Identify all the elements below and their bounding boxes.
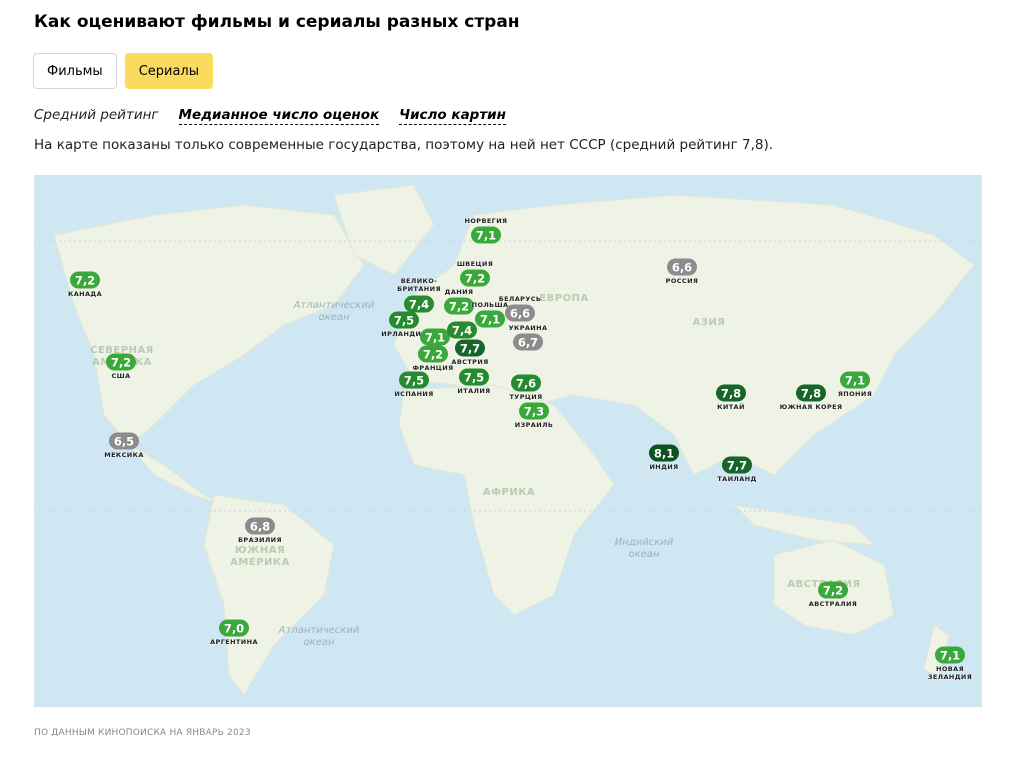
country-name-australia: АВСТРАЛИЯ bbox=[808, 600, 858, 608]
page-title: Как оценивают фильмы и сериалы разных ст… bbox=[34, 12, 520, 32]
rating-marker-australia[interactable]: 7,2 bbox=[818, 581, 848, 599]
rating-marker-germany[interactable]: 7,4 bbox=[447, 321, 477, 339]
country-name-usa: США bbox=[111, 372, 131, 380]
tab-series[interactable]: Сериалы bbox=[124, 53, 214, 89]
rating-marker-spain[interactable]: 7,5 bbox=[399, 371, 429, 389]
content-type-tabs: Фильмы Сериалы bbox=[33, 53, 214, 89]
country-name-italy: ИТАЛИЯ bbox=[457, 387, 491, 395]
rating-marker-china[interactable]: 7,8 bbox=[716, 384, 746, 402]
rating-marker-turkey[interactable]: 7,6 bbox=[511, 374, 541, 392]
rating-marker-ireland[interactable]: 7,5 bbox=[389, 311, 419, 329]
tab-films[interactable]: Фильмы bbox=[33, 53, 117, 89]
rating-marker-sweden[interactable]: 7,2 bbox=[460, 269, 490, 287]
land-africa bbox=[398, 384, 615, 616]
rating-marker-thailand[interactable]: 7,7 bbox=[722, 456, 752, 474]
country-name-nz: НОВАЯ ЗЕЛАНДИЯ bbox=[927, 665, 973, 681]
label-atlantic-south: Атлантический океан bbox=[278, 625, 360, 648]
country-name-turkey: ТУРЦИЯ bbox=[509, 393, 543, 401]
country-name-canada: КАНАДА bbox=[67, 290, 103, 298]
rating-marker-italy[interactable]: 7,5 bbox=[459, 368, 489, 386]
country-name-spain: ИСПАНИЯ bbox=[394, 390, 434, 398]
label-europe: ЕВРОПА bbox=[539, 293, 589, 304]
rating-marker-denmark[interactable]: 7,2 bbox=[444, 297, 474, 315]
rating-marker-israel[interactable]: 7,3 bbox=[519, 402, 549, 420]
rating-marker-brazil[interactable]: 6,8 bbox=[245, 517, 275, 535]
country-name-thailand: ТАИЛАНД bbox=[717, 475, 757, 483]
country-name-argentina: АРГЕНТИНА bbox=[210, 638, 258, 646]
rating-marker-austria[interactable]: 7,7 bbox=[455, 339, 485, 357]
data-source: ПО ДАННЫМ КИНОПОИСКА НА ЯНВАРЬ 2023 bbox=[34, 728, 251, 738]
rating-marker-japan[interactable]: 7,1 bbox=[840, 371, 870, 389]
country-name-skorea: ЮЖНАЯ КОРЕЯ bbox=[779, 403, 843, 411]
rating-marker-belgium[interactable]: 7,1 bbox=[420, 328, 450, 346]
metric-median-votes[interactable]: Медианное число оценок bbox=[178, 107, 380, 125]
rating-marker-usa[interactable]: 7,2 bbox=[106, 353, 136, 371]
rating-marker-poland[interactable]: 7,1 bbox=[475, 310, 505, 328]
label-africa: АФРИКА bbox=[482, 487, 536, 498]
label-asia: АЗИЯ bbox=[692, 317, 726, 328]
country-name-japan: ЯПОНИЯ bbox=[837, 390, 873, 398]
country-name-denmark: ДАНИЯ bbox=[444, 288, 474, 296]
rating-marker-france[interactable]: 7,2 bbox=[418, 345, 448, 363]
map-background bbox=[34, 184, 982, 696]
country-name-brazil: БРАЗИЛИЯ bbox=[238, 536, 282, 544]
rating-marker-nz[interactable]: 7,1 bbox=[935, 646, 965, 664]
map-note: На карте показаны только современные гос… bbox=[34, 137, 774, 153]
country-name-china: КИТАЙ bbox=[717, 403, 745, 411]
country-name-ukraine: УКРАИНА bbox=[508, 324, 548, 332]
country-name-india: ИНДИЯ bbox=[649, 463, 679, 471]
country-name-uk: ВЕЛИКО- БРИТАНИЯ bbox=[397, 277, 441, 293]
rating-marker-norway[interactable]: 7,1 bbox=[471, 226, 501, 244]
country-name-austria: АВСТРИЯ bbox=[451, 358, 489, 366]
metric-switcher: Средний рейтинг Медианное число оценок Ч… bbox=[34, 107, 506, 125]
rating-marker-india[interactable]: 8,1 bbox=[649, 444, 679, 462]
rating-marker-uk[interactable]: 7,4 bbox=[404, 295, 434, 313]
country-name-sweden: ШВЕЦИЯ bbox=[456, 260, 494, 268]
country-name-belarus: БЕЛАРУСЬ bbox=[498, 295, 542, 303]
metric-average-rating[interactable]: Средний рейтинг bbox=[34, 107, 159, 125]
rating-marker-belarus[interactable]: 6,6 bbox=[505, 304, 535, 322]
label-atlantic-north: Атлантический океан bbox=[293, 300, 375, 323]
rating-marker-mexico[interactable]: 6,5 bbox=[109, 432, 139, 450]
rating-marker-skorea[interactable]: 7,8 bbox=[796, 384, 826, 402]
label-indian-ocean: Индийский океан bbox=[614, 537, 674, 560]
rating-marker-russia[interactable]: 6,6 bbox=[667, 258, 697, 276]
rating-marker-argentina[interactable]: 7,0 bbox=[219, 619, 249, 637]
country-name-russia: РОССИЯ bbox=[665, 277, 699, 285]
metric-title-count[interactable]: Число картин bbox=[399, 107, 506, 125]
country-name-mexico: МЕКСИКА bbox=[104, 451, 144, 459]
rating-marker-canada[interactable]: 7,2 bbox=[70, 271, 100, 289]
world-map[interactable]: Атлантический океан Атлантический океан … bbox=[34, 175, 982, 707]
rating-marker-ukraine[interactable]: 6,7 bbox=[513, 333, 543, 351]
country-name-israel: ИЗРАИЛЬ bbox=[514, 421, 554, 429]
label-south-america: ЮЖНАЯ АМЕРИКА bbox=[230, 545, 290, 568]
country-name-norway: НОРВЕГИЯ bbox=[464, 217, 508, 225]
